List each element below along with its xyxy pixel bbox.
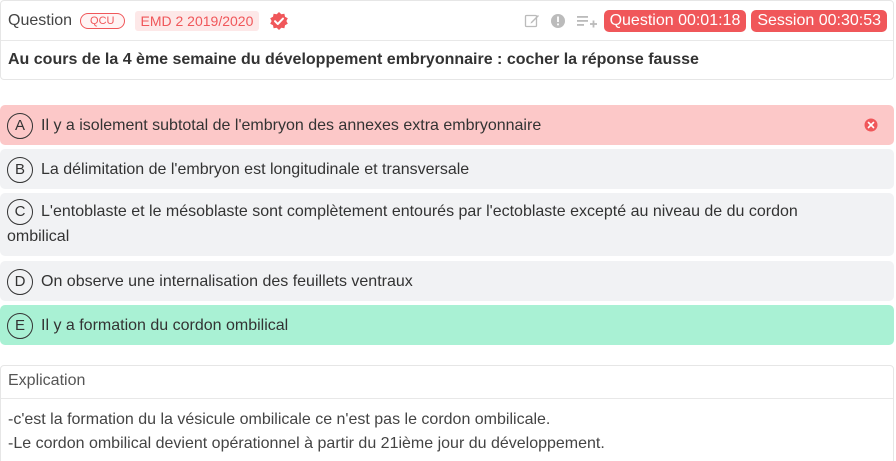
option-d[interactable]: D On observe une internalisation des feui…: [0, 261, 894, 301]
question-header: Question QCU EMD 2 2019/2020 Question 00…: [1, 1, 893, 41]
option-a[interactable]: A Il y a isolement subtotal de l'embryon …: [0, 105, 894, 145]
session-timer: Session 00:30:53: [751, 10, 887, 32]
edit-icon[interactable]: [523, 12, 541, 30]
info-icon[interactable]: [549, 12, 567, 30]
explanation-line: -Le cordon ombilical devient opérationne…: [8, 435, 605, 452]
source-badge: EMD 2 2019/2020: [134, 10, 260, 31]
option-c[interactable]: C L'entoblaste et le mésoblaste sont comp…: [0, 193, 894, 256]
question-label: Question: [8, 11, 73, 29]
explanation-body: -c'est la formation du la vésicule ombil…: [1, 399, 893, 461]
question-timer: Question 00:01:18: [603, 10, 747, 32]
option-b[interactable]: B La délimitation de l'embryon est longit…: [0, 149, 894, 189]
question-type-badge: QCU: [80, 12, 125, 29]
option-letter: E: [7, 313, 33, 339]
option-text: La délimitation de l'embryon est longitu…: [41, 161, 470, 178]
explanation-card: Explication -c'est la formation du la vé…: [0, 365, 894, 461]
option-text: Il y a isolement subtotal de l'embryon d…: [41, 117, 542, 134]
option-letter: A: [7, 113, 33, 139]
option-e[interactable]: E Il y a formation du cordon ombilical: [0, 305, 894, 345]
option-text: Il y a formation du cordon ombilical: [41, 317, 289, 334]
explanation-line: -c'est la formation du la vésicule ombil…: [8, 411, 551, 428]
question-text: Au cours de la 4 ème semaine du développ…: [8, 51, 699, 68]
option-letter: B: [7, 157, 33, 183]
verified-icon: [269, 11, 289, 31]
option-text: On observe une internalisation des feuil…: [41, 273, 413, 290]
option-letter: D: [7, 269, 33, 295]
explanation-title: Explication: [1, 366, 893, 399]
option-text: L'entoblaste et le mésoblaste sont compl…: [7, 203, 798, 245]
option-letter: C: [7, 199, 33, 225]
header-tools: Question 00:01:18 Session 00:30:53: [515, 10, 887, 32]
playlist-add-icon[interactable]: [575, 12, 599, 30]
question-card: Question QCU EMD 2 2019/2020 Question 00…: [0, 0, 894, 80]
close-circle-icon: [864, 116, 878, 132]
